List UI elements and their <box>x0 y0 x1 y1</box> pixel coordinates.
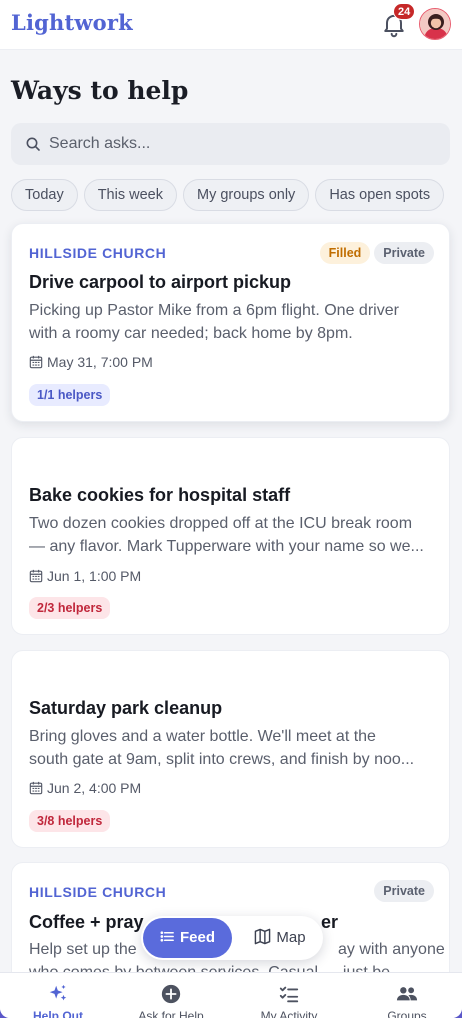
ask-card[interactable]: Saturday park cleanup Bring gloves and a… <box>11 650 450 848</box>
card-description-line: Help set up the <box>29 941 137 958</box>
private-badge: Private <box>374 242 434 264</box>
card-date-text: Jun 1, 1:00 PM <box>47 568 142 584</box>
filter-chips: Today This week My groups only Has open spo… <box>11 179 450 211</box>
nav-label: Ask for Help <box>138 1009 204 1018</box>
nav-groups[interactable]: Groups <box>349 973 462 1018</box>
helpers-count-badge: 1/1 helpers <box>29 384 111 406</box>
sparkles-icon <box>49 984 67 1001</box>
search-icon <box>26 137 40 151</box>
card-description: Bring gloves and a water bottle. We'll m… <box>29 725 437 771</box>
filter-chip-has-open-spots[interactable]: Has open spots <box>315 179 445 211</box>
plus-circle-icon <box>161 984 181 1004</box>
people-icon <box>396 987 418 1001</box>
helpers-count-badge: 2/3 helpers <box>29 597 111 619</box>
card-title[interactable]: Bake cookies for hospital staff <box>29 485 290 506</box>
filter-chip-my-groups-only[interactable]: My groups only <box>182 179 310 211</box>
nav-label: Groups <box>387 1009 427 1018</box>
card-description-line: Bring gloves and a water bottle. We'll m… <box>29 728 376 745</box>
filter-chip-today[interactable]: Today <box>11 179 78 211</box>
app-logo[interactable]: Lightwork <box>11 10 133 35</box>
card-group-name[interactable]: HILLSIDE CHURCH <box>29 884 166 900</box>
page-title: Ways to help <box>11 76 189 105</box>
card-description-line: with a roomy car needed; back home by 8p… <box>29 325 353 342</box>
card-description-line: south gate at 9am, split into crews, and… <box>29 751 415 768</box>
card-title[interactable]: Coffee + pray er <box>29 912 338 933</box>
card-description: Two dozen cookies dropped off at the ICU… <box>29 512 437 558</box>
card-date: May 31, 7:00 PM <box>29 354 153 370</box>
checklist-icon <box>279 986 299 1003</box>
card-date: Jun 2, 4:00 PM <box>29 780 141 796</box>
card-title[interactable]: Saturday park cleanup <box>29 698 222 719</box>
map-toggle-label: Map <box>276 929 306 946</box>
helpers-count-badge: 3/8 helpers <box>29 810 111 832</box>
view-toggle: Feed Map <box>141 916 323 960</box>
notification-count-badge: 24 <box>393 3 416 20</box>
calendar-icon <box>29 569 43 583</box>
calendar-icon <box>29 781 43 795</box>
private-badge: Private <box>374 880 434 902</box>
card-date-text: May 31, 7:00 PM <box>47 354 153 370</box>
nav-help-out[interactable]: Help Out <box>0 973 116 1018</box>
card-badges: Filled Private <box>316 242 434 264</box>
avatar[interactable] <box>419 8 451 40</box>
feed-toggle-button[interactable]: Feed <box>143 918 232 958</box>
app-screen: Lightwork 24 Ways to help TodayThis week… <box>0 0 462 1018</box>
nav-label: My Activity <box>260 1009 318 1018</box>
card-description-line: Picking up Pastor Mike from a 6pm flight… <box>29 302 399 319</box>
card-description-line: Two dozen cookies dropped off at the ICU… <box>29 515 413 532</box>
nav-my-activity[interactable]: My Activity <box>231 973 347 1018</box>
nav-label: Help Out <box>33 1009 83 1018</box>
calendar-icon <box>29 355 43 369</box>
search-bar[interactable] <box>11 123 450 165</box>
card-date-text: Jun 2, 4:00 PM <box>47 780 142 796</box>
card-group-name[interactable]: HILLSIDE CHURCH <box>29 245 166 261</box>
card-title[interactable]: Drive carpool to airport pickup <box>29 272 291 293</box>
list-icon <box>160 931 174 942</box>
search-input[interactable] <box>49 123 439 165</box>
filter-chip-this-week[interactable]: This week <box>83 179 177 211</box>
card-description: Picking up Pastor Mike from a 6pm flight… <box>29 299 437 345</box>
card-title-tail: er <box>321 912 339 932</box>
map-toggle-button[interactable]: Map <box>241 918 319 958</box>
map-icon <box>255 928 271 945</box>
ask-card[interactable]: Bake cookies for hospital staff Two doze… <box>11 437 450 635</box>
card-description-line: ay with anyone <box>338 941 445 958</box>
card-title-visible: Coffee + pray <box>29 912 144 932</box>
filled-badge: Filled <box>319 242 371 264</box>
card-date: Jun 1, 1:00 PM <box>29 568 141 584</box>
top-bar: Lightwork 24 <box>0 0 462 50</box>
avatar-image <box>420 9 450 39</box>
ask-card[interactable]: HILLSIDE CHURCH Filled Private Drive carp… <box>11 223 450 422</box>
card-badges: Private <box>370 880 434 902</box>
bottom-navigation: Help Out Ask for Help My Activity Groups <box>0 972 462 1018</box>
nav-ask-for-help[interactable]: Ask for Help <box>113 973 229 1018</box>
feed-toggle-label: Feed <box>179 929 215 946</box>
card-description-line: — any flavor. Mark Tupperware with your … <box>29 538 424 555</box>
